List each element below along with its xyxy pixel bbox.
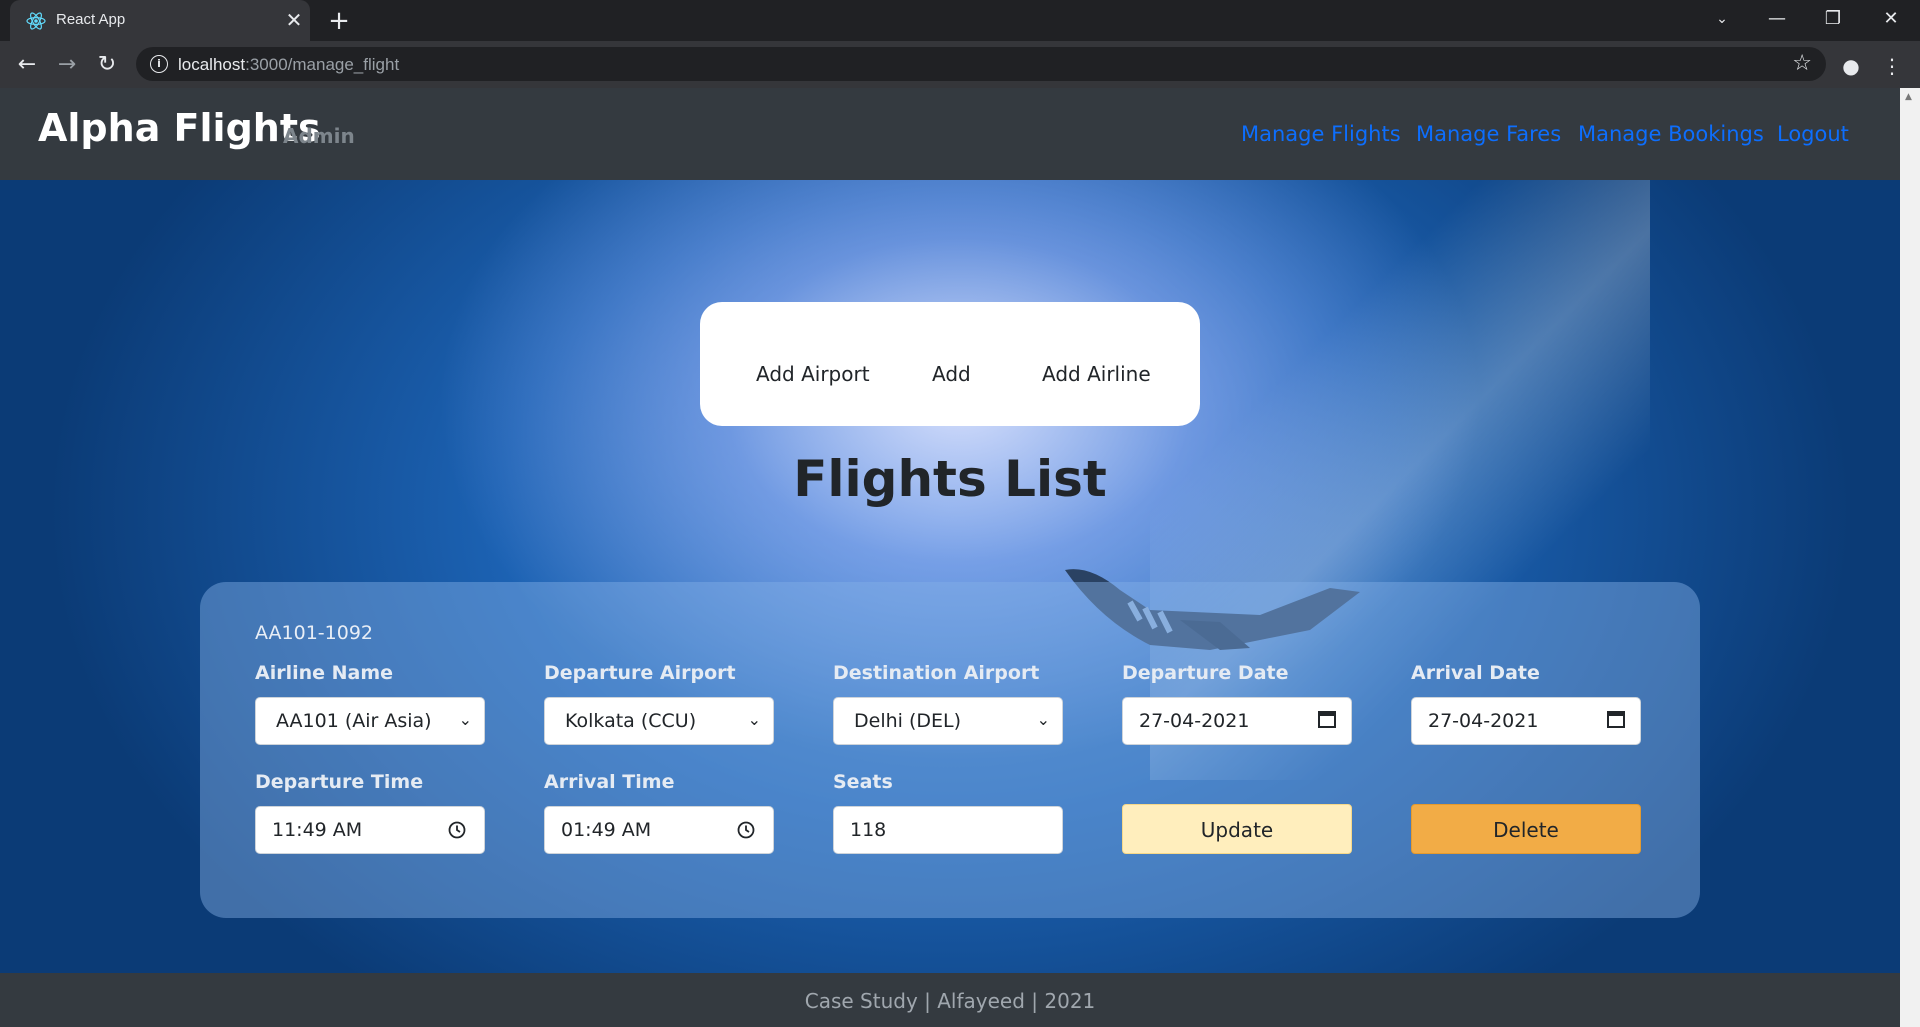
arrival-time-label: Arrival Time [544,771,675,793]
tab-title: React App [56,11,126,28]
seats-label: Seats [833,771,893,793]
chevron-down-icon: ⌄ [458,710,472,729]
scroll-up-icon[interactable]: ▲ [1905,92,1912,102]
tab-search-icon[interactable]: ⌄ [1702,4,1742,34]
chevron-down-icon: ⌄ [747,710,761,729]
departure-time-label: Departure Time [255,771,424,793]
clock-icon[interactable] [448,821,466,839]
flight-card: AA101-1092 Airline Name Departure Airpor… [200,582,1700,918]
new-tab-icon[interactable]: + [324,6,354,36]
browser-tab[interactable]: React App ✕ [10,0,310,41]
add-airline-link[interactable]: Add Airline [1042,362,1151,386]
brand-subtitle: Admin [283,124,355,148]
browser-tab-strip: React App ✕ + ⌄ — ❐ ✕ [0,0,1920,41]
departure-date-label: Departure Date [1122,662,1289,684]
clock-icon[interactable] [737,821,755,839]
calendar-icon[interactable] [1317,709,1337,729]
chevron-down-icon: ⌄ [1036,710,1050,729]
seats-input[interactable]: 118 [833,806,1063,854]
arrival-date-label: Arrival Date [1411,662,1540,684]
page-scrollbar[interactable] [1900,88,1920,1027]
destination-airport-select[interactable]: Delhi (DEL) ⌄ [833,697,1063,745]
close-tab-icon[interactable]: ✕ [282,8,306,32]
site-info-icon[interactable]: i [150,55,168,73]
page-title: Flights List [793,450,1107,508]
update-button[interactable]: Update [1122,804,1352,854]
arrival-date-input[interactable]: 27-04-2021 [1411,697,1641,745]
calendar-icon[interactable] [1606,709,1626,729]
reload-icon[interactable]: ↻ [93,51,121,79]
react-icon [26,12,46,30]
browser-toolbar: ← → ↻ i localhost:3000/manage_flight ☆ [0,41,1920,88]
departure-airport-label: Departure Airport [544,662,736,684]
url-text[interactable]: localhost:3000/manage_flight [178,55,399,75]
close-window-icon[interactable]: ✕ [1871,4,1911,34]
add-airport-link[interactable]: Add Airport [756,362,870,386]
bookmark-star-icon[interactable]: ☆ [1792,51,1812,76]
nav-manage-bookings[interactable]: Manage Bookings [1578,122,1764,146]
nav-manage-fares[interactable]: Manage Fares [1416,122,1561,146]
hero-background: Add Airport Add Add Airline Flights List… [0,180,1900,973]
add-actions-box: Add Airport Add Add Airline [700,302,1200,426]
site-header: Alpha Flights Admin Manage Flights Manag… [0,88,1900,180]
nav-logout[interactable]: Logout [1777,122,1849,146]
forward-icon[interactable]: → [53,51,81,79]
delete-button[interactable]: Delete [1411,804,1641,854]
minimize-icon[interactable]: — [1757,4,1797,34]
airline-label: Airline Name [255,662,394,684]
add-link[interactable]: Add [932,362,971,386]
brand-title[interactable]: Alpha Flights [38,106,321,150]
departure-airport-select[interactable]: Kolkata (CCU) ⌄ [544,697,774,745]
address-bar[interactable]: i localhost:3000/manage_flight ☆ [136,47,1826,81]
arrival-time-input[interactable]: 01:49 AM [544,806,774,854]
profile-icon[interactable]: ● [1836,51,1866,81]
restore-icon[interactable]: ❐ [1813,4,1853,34]
flight-code: AA101-1092 [255,622,373,644]
page-viewport: Alpha Flights Admin Manage Flights Manag… [0,88,1900,1027]
nav-manage-flights[interactable]: Manage Flights [1241,122,1401,146]
destination-airport-label: Destination Airport [833,662,1040,684]
footer-text: Case Study | Alfayeed | 2021 [804,989,1096,1013]
site-footer: Case Study | Alfayeed | 2021 [0,973,1900,1027]
airline-select[interactable]: AA101 (Air Asia) ⌄ [255,697,485,745]
departure-time-input[interactable]: 11:49 AM [255,806,485,854]
back-icon[interactable]: ← [13,51,41,79]
menu-kebab-icon[interactable]: ⋮ [1882,51,1902,81]
departure-date-input[interactable]: 27-04-2021 [1122,697,1352,745]
